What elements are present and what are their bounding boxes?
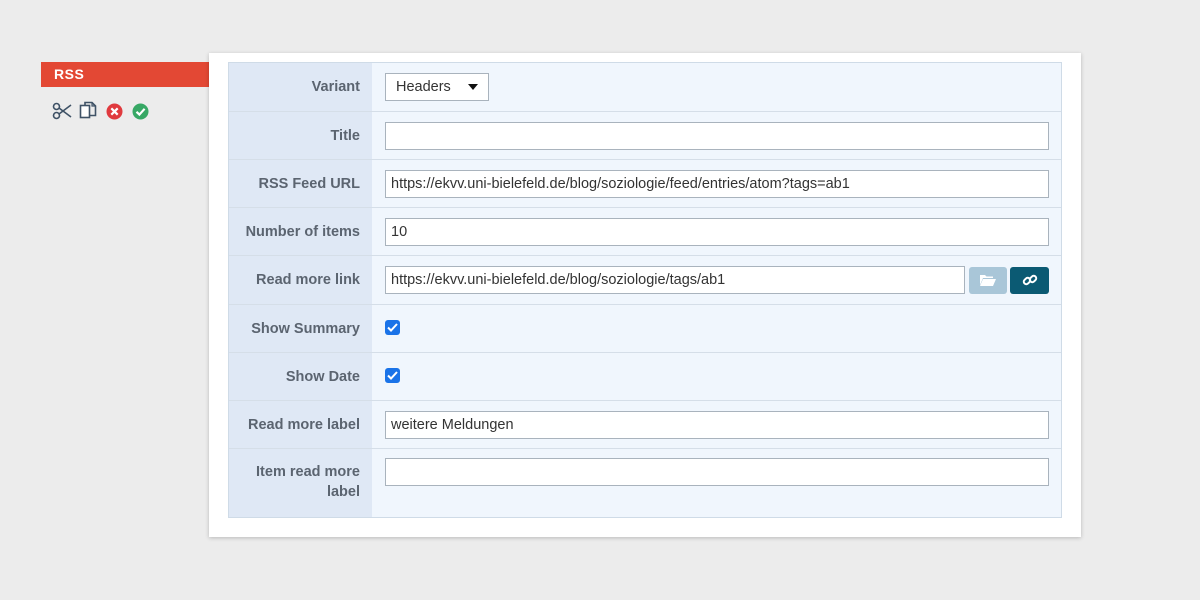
item-read-more-label-label: Item read more label — [229, 449, 372, 517]
row-feed-url: RSS Feed URL — [229, 160, 1061, 208]
variant-label: Variant — [229, 63, 372, 111]
show-date-label: Show Date — [229, 353, 372, 400]
item-read-more-label-line2: label — [326, 484, 360, 500]
folder-open-icon — [980, 275, 996, 286]
item-read-more-label-line1: Item read more — [256, 464, 360, 480]
variant-select[interactable]: Headers — [385, 73, 489, 101]
row-show-summary: Show Summary — [229, 305, 1061, 353]
variant-selected-value: Headers — [396, 79, 451, 95]
title-input[interactable] — [385, 121, 1049, 150]
row-item-read-more-label: Item read more label — [229, 449, 1061, 517]
row-title: Title — [229, 112, 1061, 160]
row-show-date: Show Date — [229, 353, 1061, 401]
check-circle-icon[interactable] — [130, 101, 150, 121]
browse-link-button[interactable] — [969, 266, 1007, 294]
item-read-more-label-input[interactable] — [385, 458, 1049, 486]
copy-icon[interactable] — [78, 101, 98, 121]
number-of-items-label: Number of items — [229, 208, 372, 255]
show-summary-checkbox[interactable] — [385, 319, 400, 335]
row-number-of-items: Number of items — [229, 208, 1061, 256]
rss-settings-form: Variant Headers Title RSS Feed URL Numbe… — [228, 62, 1062, 518]
feed-url-input[interactable] — [385, 169, 1049, 198]
read-more-link-label: Read more link — [229, 256, 372, 304]
checkmark-icon — [387, 322, 398, 332]
insert-link-button[interactable] — [1010, 266, 1049, 294]
slice-edit-panel: Variant Headers Title RSS Feed URL Numbe… — [209, 53, 1081, 537]
number-of-items-input[interactable] — [385, 217, 1049, 246]
read-more-link-input[interactable] — [385, 266, 965, 294]
slice-actions — [52, 101, 150, 121]
scissors-icon[interactable] — [52, 101, 72, 121]
feed-url-label: RSS Feed URL — [229, 160, 372, 207]
read-more-label-input[interactable] — [385, 410, 1049, 439]
show-date-checkbox[interactable] — [385, 367, 400, 383]
read-more-label-label: Read more label — [229, 401, 372, 448]
close-circle-icon[interactable] — [104, 101, 124, 121]
row-read-more-link: Read more link — [229, 256, 1061, 305]
title-label: Title — [229, 112, 372, 159]
row-read-more-label: Read more label — [229, 401, 1061, 449]
row-variant: Variant Headers — [229, 63, 1061, 112]
checkmark-icon — [387, 370, 398, 380]
slice-type-tag: RSS — [41, 62, 226, 87]
show-summary-label: Show Summary — [229, 305, 372, 352]
caret-down-icon — [468, 84, 478, 90]
chain-link-icon — [1022, 274, 1037, 286]
